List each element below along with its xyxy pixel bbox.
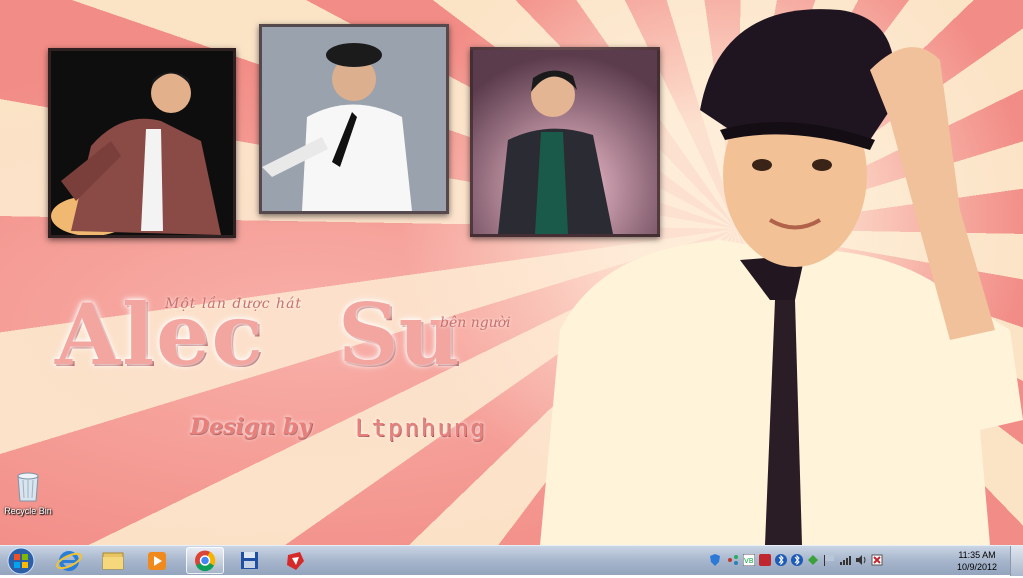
taskbar-media-player[interactable]	[138, 547, 176, 574]
network-share-icon[interactable]	[727, 554, 739, 566]
desktop-wallpaper: Alec Su Một lần được hát bên người Desig…	[0, 0, 1023, 545]
person-illustration	[51, 51, 233, 235]
wallpaper-photo-1	[48, 48, 236, 238]
person-illustration	[262, 27, 446, 211]
featured-person-illustration	[540, 9, 1023, 545]
file-explorer-icon	[102, 552, 124, 570]
recycle-bin-label: Recycle Bin	[4, 506, 52, 516]
taskbar-save-app[interactable]	[230, 547, 268, 574]
volume-icon[interactable]	[855, 554, 867, 566]
windows-start-icon[interactable]	[2, 546, 40, 576]
action-center-icon[interactable]	[871, 554, 883, 566]
media-player-icon	[148, 552, 166, 570]
wallpaper-title-last: Su	[338, 285, 460, 384]
green-app-icon[interactable]	[807, 554, 819, 566]
system-clock[interactable]: 11:35 AM 10/9/2012	[947, 549, 1007, 573]
show-desktop-button[interactable]	[1010, 546, 1023, 576]
taskbar: VB 11:35 AM 10/9/2012	[0, 545, 1023, 576]
vb-icon[interactable]: VB	[743, 554, 755, 566]
red-logo-app-icon	[287, 552, 304, 570]
flag-icon[interactable]	[823, 554, 835, 566]
internet-explorer-icon	[56, 551, 82, 571]
red-app-icon[interactable]	[759, 554, 771, 566]
system-tray: VB	[679, 546, 979, 576]
svg-text:VB: VB	[744, 557, 754, 565]
clock-date: 10/9/2012	[956, 562, 998, 572]
chrome-icon	[195, 550, 216, 572]
network-icon[interactable]	[839, 554, 851, 566]
wallpaper-subtitle: Một lần được hát	[165, 296, 303, 312]
taskbar-internet-explorer[interactable]	[50, 547, 88, 574]
wallpaper-design-label: Design by	[190, 414, 312, 440]
shield-icon[interactable]	[709, 554, 721, 566]
wallpaper-photo-2	[259, 24, 449, 214]
recycle-bin-desktop-icon[interactable]: Recycle Bin	[4, 470, 52, 516]
bluetooth-icon[interactable]	[775, 554, 787, 566]
taskbar-chrome[interactable]	[186, 547, 224, 574]
clock-time: 11:35 AM	[958, 550, 996, 560]
taskbar-red-app[interactable]	[276, 547, 314, 574]
recycle-bin-icon	[17, 472, 39, 502]
wallpaper-author: Ltpnhung	[355, 414, 487, 442]
floppy-save-icon	[241, 552, 258, 569]
bluetooth-icon[interactable]	[791, 554, 803, 566]
wallpaper-subtitle-end: bên người	[440, 315, 511, 331]
taskbar-file-explorer[interactable]	[94, 547, 132, 574]
